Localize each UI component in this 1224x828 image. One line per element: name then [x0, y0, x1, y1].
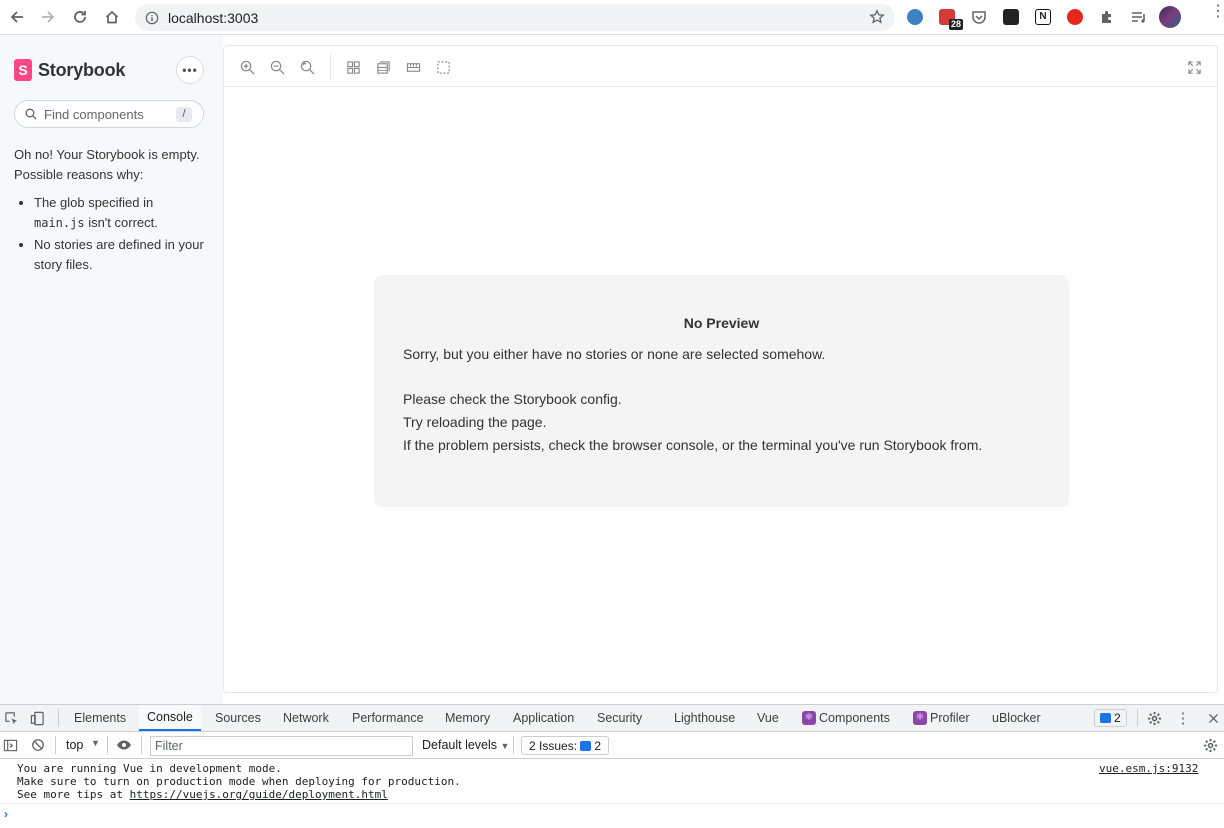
search-placeholder: Find components: [44, 106, 144, 122]
device-toolbar-icon[interactable]: [29, 710, 45, 726]
source-location-link[interactable]: vue.esm.js:9132: [1099, 762, 1198, 775]
reason-item: No stories are defined in your story fil…: [34, 235, 204, 275]
code-main-js: main.js: [34, 216, 85, 230]
forward-button[interactable]: [32, 2, 64, 32]
console-filter-input[interactable]: Filter: [150, 736, 413, 756]
bookmark-star-icon[interactable]: [869, 9, 885, 25]
sidebar-toggle-icon[interactable]: [2, 737, 18, 753]
arrow-right-icon: [42, 11, 55, 23]
reload-button[interactable]: [64, 2, 96, 32]
fullscreen-icon[interactable]: [1186, 59, 1202, 75]
message-icon: [1100, 713, 1111, 723]
reason-item: The glob specified in main.js isn't corr…: [34, 193, 204, 233]
todo-extension-icon[interactable]: 28: [937, 8, 963, 30]
tab-elements[interactable]: Elements: [74, 705, 126, 731]
tab-vue[interactable]: Vue: [757, 705, 779, 731]
zoom-out-icon[interactable]: [269, 59, 285, 75]
search-icon: [25, 108, 37, 120]
context-selector[interactable]: top: [66, 738, 83, 752]
browser-toolbar: localhost:3003 28 N ⋮: [0, 0, 1224, 35]
search-shortcut-key: /: [176, 107, 192, 122]
clear-console-icon[interactable]: [30, 737, 46, 753]
context-dropdown-icon[interactable]: ▼: [91, 738, 100, 748]
console-message: You are running Vue in development mode.…: [17, 762, 461, 801]
tab-memory[interactable]: Memory: [445, 705, 490, 731]
tab-application[interactable]: Application: [513, 705, 574, 731]
issues-badge[interactable]: 2: [1094, 709, 1127, 727]
log-levels-dropdown[interactable]: Default levels ▼: [422, 738, 509, 752]
measure-icon[interactable]: [405, 59, 421, 75]
search-input[interactable]: Find components /: [14, 100, 204, 128]
pocket-extension-icon[interactable]: [969, 8, 989, 26]
notion-extension-icon[interactable]: N: [1033, 8, 1053, 26]
storybook-sidebar: S Storybook ••• Find components / Oh no!…: [0, 36, 223, 704]
extension-badge: 28: [948, 19, 963, 30]
issues-button[interactable]: 2 Issues: 2: [521, 736, 610, 755]
toolbar-divider: [330, 54, 331, 80]
tab-profiler[interactable]: ⚛ Profiler: [913, 705, 970, 731]
levels-dropdown-icon: ▼: [500, 741, 510, 751]
url-text[interactable]: localhost:3003: [168, 10, 258, 26]
devtools-panel: Elements Console Sources Network Perform…: [0, 704, 1224, 828]
tab-console[interactable]: Console: [139, 705, 201, 731]
tab-network[interactable]: Network: [283, 705, 329, 731]
empty-storybook-message: Oh no! Your Storybook is empty. Possible…: [14, 145, 204, 277]
reload-icon: [74, 11, 86, 23]
puzzle-extensions-icon[interactable]: [1097, 8, 1117, 26]
inspect-element-icon[interactable]: [3, 710, 19, 726]
preview-panel: No Preview Sorry, but you either have no…: [223, 45, 1218, 693]
live-expression-eye-icon[interactable]: [116, 737, 132, 753]
devtools-tab-bar: Elements Console Sources Network Perform…: [0, 705, 1224, 732]
settings-gear-icon[interactable]: [1146, 710, 1162, 726]
tab-ublocker[interactable]: uBlocker: [992, 705, 1041, 731]
tab-components[interactable]: ⚛ Components: [802, 705, 890, 731]
vue-devtools-icon: ⚛: [802, 711, 816, 725]
brand-name: Storybook: [38, 59, 126, 80]
profile-avatar[interactable]: [1159, 6, 1181, 28]
vue-deployment-link[interactable]: https://vuejs.org/guide/deployment.html: [130, 788, 388, 801]
info-icon[interactable]: [145, 11, 159, 25]
storybook-logo-icon: S: [14, 59, 32, 81]
tab-lighthouse[interactable]: Lighthouse: [674, 705, 735, 731]
vue-devtools-icon: ⚛: [913, 711, 927, 725]
no-preview-message: Sorry, but you either have no stories or…: [403, 346, 826, 362]
no-preview-hint-console: If the problem persists, check the brows…: [403, 437, 983, 453]
no-preview-hint-config: Please check the Storybook config.: [403, 391, 622, 407]
console-settings-gear-icon[interactable]: [1202, 737, 1218, 753]
sidebar-menu-button[interactable]: •••: [177, 57, 203, 83]
no-preview-hint-reload: Try reloading the page.: [403, 414, 547, 430]
red-extension-icon[interactable]: [1065, 8, 1085, 26]
browser-menu-icon[interactable]: ⋮: [1210, 4, 1224, 20]
dark-extension-icon[interactable]: [1001, 8, 1021, 26]
tab-sources[interactable]: Sources: [215, 705, 261, 731]
message-icon: [580, 740, 592, 751]
background-icon[interactable]: [375, 59, 391, 75]
no-preview-title: No Preview: [683, 315, 760, 331]
prompt-caret-icon: ›: [4, 807, 8, 821]
home-icon: [105, 10, 119, 24]
media-queue-icon[interactable]: [1129, 8, 1149, 26]
reasons-list: The glob specified in main.js isn't corr…: [14, 193, 204, 275]
close-devtools-icon[interactable]: [1205, 710, 1221, 726]
tab-security[interactable]: Security: [597, 705, 642, 731]
zoom-in-icon[interactable]: [239, 59, 255, 75]
console-prompt[interactable]: ›: [0, 803, 1224, 828]
no-preview-card: No Preview Sorry, but you either have no…: [374, 275, 1069, 507]
empty-intro: Oh no! Your Storybook is empty. Possible…: [14, 147, 200, 182]
grid-icon[interactable]: [345, 59, 361, 75]
clock-extension-icon[interactable]: [905, 8, 925, 26]
address-bar[interactable]: localhost:3003: [135, 4, 895, 31]
extensions-bar: 28 N: [905, 5, 1181, 30]
outline-icon[interactable]: [435, 59, 451, 75]
more-options-icon[interactable]: ⋮: [1175, 710, 1191, 726]
storybook-brand[interactable]: S Storybook: [14, 59, 125, 81]
back-button[interactable]: [1, 2, 33, 32]
preview-toolbar: [224, 46, 1217, 87]
zoom-reset-icon[interactable]: [299, 59, 315, 75]
arrow-left-icon: [10, 11, 23, 23]
console-filter-bar: top ▼ Filter Default levels ▼ 2 Issues: …: [0, 732, 1224, 759]
tab-performance[interactable]: Performance: [352, 705, 424, 731]
home-button[interactable]: [96, 2, 128, 32]
